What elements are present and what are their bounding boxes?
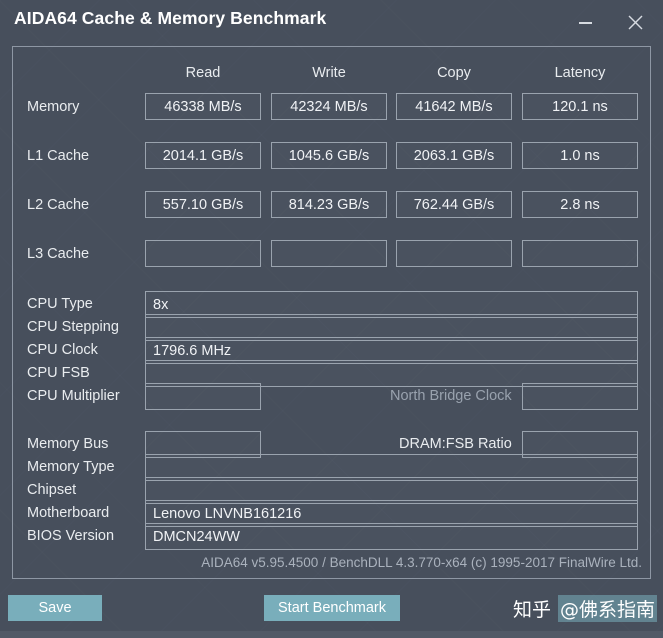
- row-label-cpu-fsb: CPU FSB: [27, 365, 90, 381]
- l1-write-field: 1045.6 GB/s: [271, 142, 387, 169]
- watermark-site: 知乎: [512, 599, 551, 621]
- row-label-memory: Memory: [27, 99, 80, 115]
- row-label-bios-version: BIOS Version: [27, 528, 115, 544]
- window-bottom-strip: [0, 631, 663, 638]
- window-title: AIDA64 Cache & Memory Benchmark: [14, 8, 327, 28]
- l2-latency-field: 2.8 ns: [522, 191, 638, 218]
- save-button[interactable]: Save: [8, 595, 102, 621]
- zhihu-watermark: 知乎 @佛系指南: [513, 595, 657, 622]
- dram-fsb-ratio-label: DRAM:FSB Ratio: [399, 436, 512, 452]
- l2-read-field: 557.10 GB/s: [145, 191, 261, 218]
- column-header-copy: Copy: [437, 65, 471, 81]
- l1-read-field: 2014.1 GB/s: [145, 142, 261, 169]
- row-label-l2-cache: L2 Cache: [27, 197, 90, 213]
- row-label-memory-type: Memory Type: [27, 459, 115, 475]
- start-benchmark-button[interactable]: Start Benchmark: [264, 595, 400, 621]
- row-label-l1-cache: L1 Cache: [27, 148, 90, 164]
- close-icon: [628, 15, 643, 30]
- row-label-motherboard: Motherboard: [27, 505, 110, 521]
- memory-read-field: 46338 MB/s: [145, 93, 261, 120]
- row-label-cpu-multiplier: CPU Multiplier: [27, 388, 120, 404]
- l1-latency-field: 1.0 ns: [522, 142, 638, 169]
- l3-read-field: [145, 240, 261, 267]
- column-header-write: Write: [312, 65, 346, 81]
- row-label-memory-bus: Memory Bus: [27, 436, 109, 452]
- close-button[interactable]: [612, 0, 658, 44]
- memory-write-field: 42324 MB/s: [271, 93, 387, 120]
- watermark-handle: @佛系指南: [557, 595, 657, 622]
- l2-write-field: 814.23 GB/s: [271, 191, 387, 218]
- memory-copy-field: 41642 MB/s: [396, 93, 512, 120]
- bios-version-field: DMCN24WW: [145, 523, 638, 550]
- row-label-cpu-clock: CPU Clock: [27, 342, 98, 358]
- memory-latency-field: 120.1 ns: [522, 93, 638, 120]
- benchmark-panel: Read Write Copy Latency Memory 46338 MB/…: [12, 46, 651, 579]
- title-bar: AIDA64 Cache & Memory Benchmark: [0, 0, 663, 46]
- row-label-chipset: Chipset: [27, 482, 77, 498]
- minimize-icon: [578, 22, 592, 24]
- l2-copy-field: 762.44 GB/s: [396, 191, 512, 218]
- row-label-l3-cache: L3 Cache: [27, 246, 90, 262]
- l3-latency-field: [522, 240, 638, 267]
- north-bridge-clock-label: North Bridge Clock: [390, 388, 512, 404]
- cpu-multiplier-field: [145, 383, 261, 410]
- row-label-cpu-stepping: CPU Stepping: [27, 319, 119, 335]
- minimize-button[interactable]: [562, 0, 608, 44]
- column-header-read: Read: [185, 65, 221, 81]
- l1-copy-field: 2063.1 GB/s: [396, 142, 512, 169]
- l3-write-field: [271, 240, 387, 267]
- l3-copy-field: [396, 240, 512, 267]
- version-info-text: AIDA64 v5.95.4500 / BenchDLL 4.3.770-x64…: [201, 555, 642, 570]
- column-header-latency: Latency: [554, 65, 606, 81]
- row-label-cpu-type: CPU Type: [27, 296, 93, 312]
- north-bridge-clock-field: [522, 383, 638, 410]
